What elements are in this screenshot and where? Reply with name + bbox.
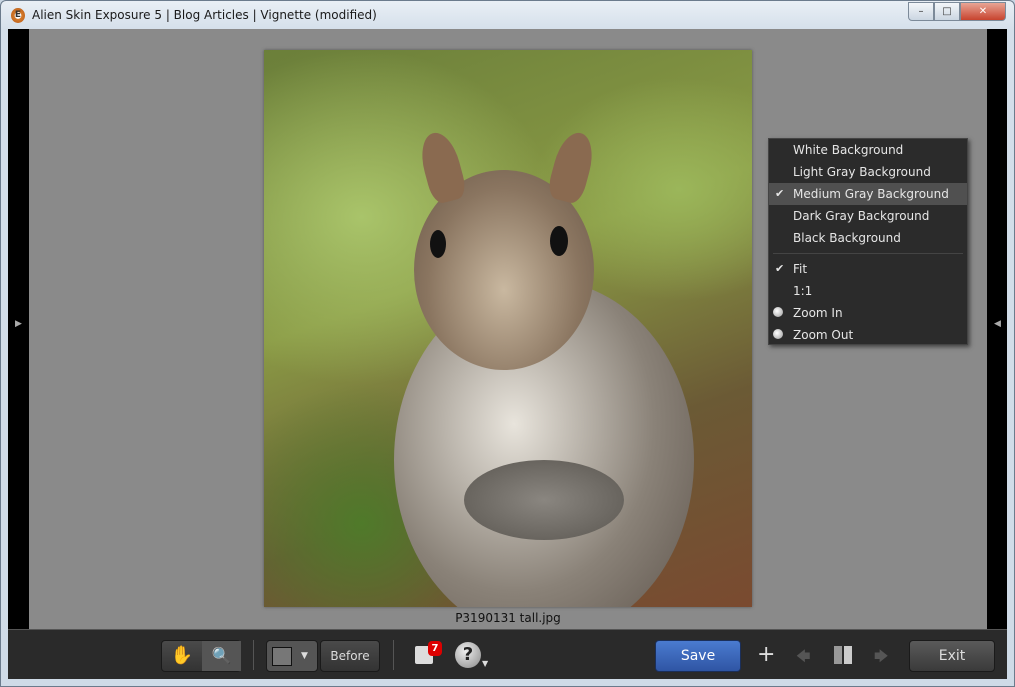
menu-item-label: Medium Gray Background xyxy=(793,187,949,201)
squirrel-paws xyxy=(464,460,624,540)
menu-item-label: Dark Gray Background xyxy=(793,209,930,223)
menu-item-label: White Background xyxy=(793,143,904,157)
check-icon: ✔ xyxy=(775,187,785,200)
close-button[interactable]: ✕ xyxy=(960,2,1006,21)
previous-arrow-icon[interactable]: 🡄 xyxy=(796,646,810,670)
right-panel-toggle-icon[interactable]: ◀ xyxy=(994,319,1001,329)
menu-item-medium-gray-background[interactable]: ✔ Medium Gray Background xyxy=(769,183,967,205)
background-selector[interactable]: ▼ xyxy=(266,640,318,672)
exit-button[interactable]: Exit xyxy=(909,640,995,672)
zoom-tool-icon[interactable]: 🔍 xyxy=(202,641,241,671)
window-title: Alien Skin Exposure 5 | Blog Articles | … xyxy=(32,8,377,22)
save-button[interactable]: Save xyxy=(655,640,741,672)
menu-item-zoom-out[interactable]: Zoom Out xyxy=(769,324,967,346)
menu-separator xyxy=(773,253,963,254)
menu-item-zoom-in[interactable]: Zoom In xyxy=(769,302,967,324)
next-arrow-icon[interactable]: 🡆 xyxy=(874,646,888,670)
maximize-button[interactable]: □ xyxy=(934,2,960,21)
left-panel-toggle-icon[interactable]: ▶ xyxy=(15,319,22,329)
menu-item-1-1[interactable]: 1:1 xyxy=(769,280,967,302)
tool-group: ✋ 🔍 xyxy=(161,640,241,672)
check-icon: ✔ xyxy=(775,262,785,275)
minimize-button[interactable]: – xyxy=(908,2,934,21)
add-icon[interactable]: + xyxy=(757,642,775,667)
bottom-toolbar: ✋ 🔍 ▼ Before 7 ? ▼ Save + 🡄 🡆 Exit xyxy=(8,629,1007,679)
menu-item-label: Zoom In xyxy=(793,306,843,320)
main-area: ▶ ◀ P3190131 tall.jpg ✋ 🔍 ▼ Before 7 ? ▼… xyxy=(8,29,1007,679)
background-swatch xyxy=(272,647,292,666)
hand-tool-icon[interactable]: ✋ xyxy=(162,641,202,671)
squirrel-ear xyxy=(545,128,599,206)
app-icon: E xyxy=(11,8,25,23)
filename-caption: P3190131 tall.jpg xyxy=(455,611,561,625)
grid-view-icon[interactable] xyxy=(834,646,852,664)
menu-item-label: 1:1 xyxy=(793,284,813,298)
zoom-out-icon xyxy=(773,329,783,339)
menu-item-white-background[interactable]: White Background xyxy=(769,139,967,161)
menu-item-dark-gray-background[interactable]: Dark Gray Background xyxy=(769,205,967,227)
chevron-down-icon: ▼ xyxy=(482,659,489,668)
squirrel-eye xyxy=(550,226,568,256)
menu-item-label: Zoom Out xyxy=(793,328,854,342)
chevron-down-icon: ▼ xyxy=(301,651,308,661)
menu-item-label: Black Background xyxy=(793,231,901,245)
menu-item-label: Light Gray Background xyxy=(793,165,931,179)
squirrel-eye xyxy=(430,230,446,258)
before-button[interactable]: Before xyxy=(320,640,380,672)
zoom-in-icon xyxy=(773,307,783,317)
notification-badge: 7 xyxy=(428,641,442,656)
menu-item-black-background[interactable]: Black Background xyxy=(769,227,967,249)
menu-item-light-gray-background[interactable]: Light Gray Background xyxy=(769,161,967,183)
menu-item-label: Fit xyxy=(793,262,808,276)
photo-preview[interactable] xyxy=(264,50,752,607)
squirrel-ear xyxy=(415,128,469,206)
help-icon[interactable]: ? xyxy=(455,642,481,668)
menu-item-fit[interactable]: ✔ Fit xyxy=(769,258,967,280)
view-context-menu: White Background Light Gray Background ✔… xyxy=(768,138,968,345)
